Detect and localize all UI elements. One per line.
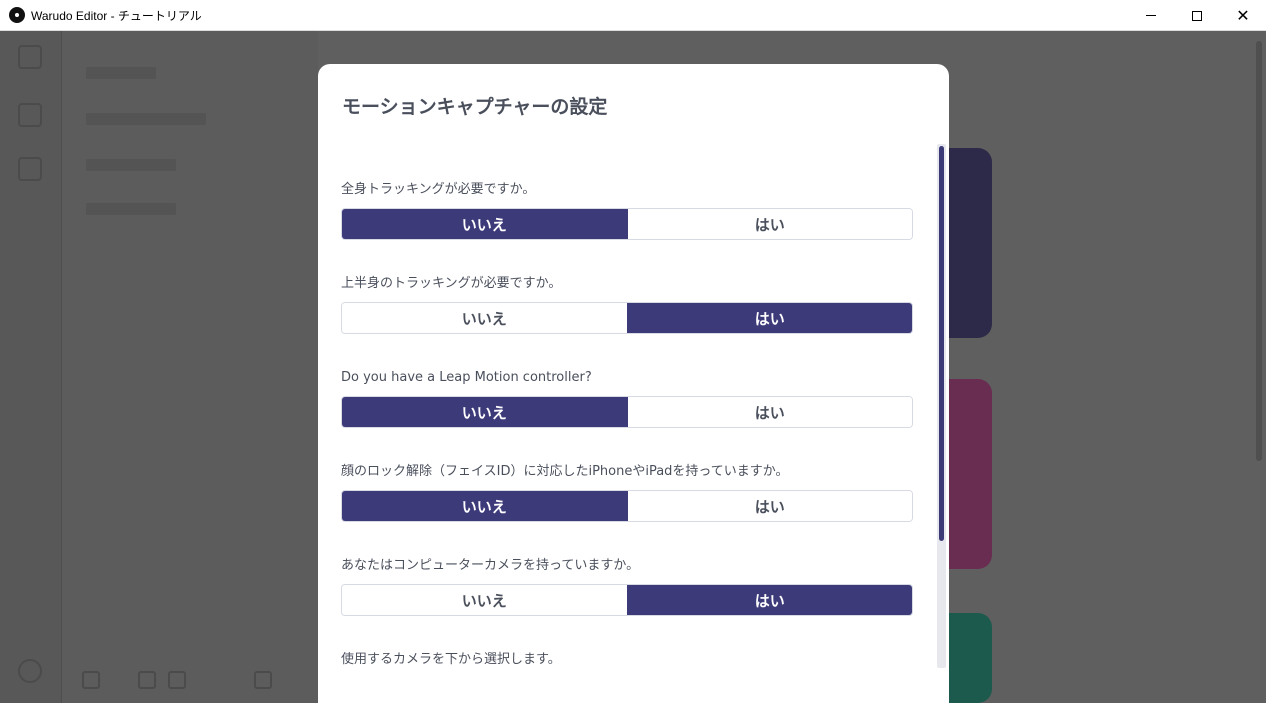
background-toolbar <box>62 659 318 703</box>
background-tool-icon <box>138 671 156 689</box>
no-option[interactable]: いいえ <box>342 303 627 333</box>
question-face-id-device: 顔のロック解除（フェイスID）に対応したiPhoneやiPadを持っていますか。… <box>341 462 913 522</box>
yes-no-toggle: いいえ はい <box>341 490 913 522</box>
background-avatar-icon <box>18 659 42 683</box>
dialog-body: 全身トラッキングが必要ですか。 いいえ はい 上半身のトラッキングが必要ですか。… <box>318 144 949 703</box>
background-rail-icon <box>18 45 42 69</box>
camera-select-prompt: 使用するカメラを下から選択します。 <box>341 650 913 670</box>
question-label: 上半身のトラッキングが必要ですか。 <box>341 276 562 291</box>
minimize-icon <box>1146 15 1156 16</box>
question-label: 全身トラッキングが必要ですか。 <box>341 182 536 197</box>
background-rail-icon <box>18 157 42 181</box>
background-item-placeholder <box>86 159 176 171</box>
background-tool-icon <box>168 671 186 689</box>
background-item-placeholder <box>86 113 206 125</box>
dialog-title: モーションキャプチャーの設定 <box>342 96 608 118</box>
question-label: 使用するカメラを下から選択します。 <box>341 652 561 667</box>
question-leap-motion: Do you have a Leap Motion controller? いい… <box>341 368 913 428</box>
question-label: あなたはコンピューターカメラを持っていますか。 <box>341 558 640 573</box>
question-label: Do you have a Leap Motion controller? <box>341 370 592 385</box>
question-upper-body-tracking: 上半身のトラッキングが必要ですか。 いいえ はい <box>341 274 913 334</box>
window-title: Warudo Editor - チュートリアル <box>31 8 202 23</box>
yes-option[interactable]: はい <box>626 209 912 239</box>
background-item-placeholder <box>86 203 176 215</box>
background-tool-icon <box>254 671 272 689</box>
motion-capture-settings-dialog: モーションキャプチャーの設定 全身トラッキングが必要ですか。 いいえ はい 上半… <box>318 64 949 703</box>
yes-no-toggle: いいえ はい <box>341 584 913 616</box>
background-panel <box>62 31 318 703</box>
question-computer-camera: あなたはコンピューターカメラを持っていますか。 いいえ はい <box>341 556 913 616</box>
question-label: 顔のロック解除（フェイスID）に対応したiPhoneやiPadを持っていますか。 <box>341 464 789 479</box>
maximize-button[interactable] <box>1174 0 1220 31</box>
yes-no-toggle: いいえ はい <box>341 302 913 334</box>
window-titlebar: Warudo Editor - チュートリアル ✕ <box>0 0 1266 31</box>
background-side-rail <box>0 31 62 703</box>
app-logo-icon <box>9 7 25 23</box>
yes-option[interactable]: はい <box>626 491 912 521</box>
background-scrollbar <box>1256 41 1262 461</box>
window-controls: ✕ <box>1128 0 1266 31</box>
no-option[interactable]: いいえ <box>342 585 627 615</box>
background-rail-icon <box>18 103 42 127</box>
dialog-scrollbar-thumb[interactable] <box>939 146 944 541</box>
dialog-scrollbar[interactable] <box>937 144 946 668</box>
minimize-button[interactable] <box>1128 0 1174 31</box>
no-option[interactable]: いいえ <box>342 209 627 239</box>
yes-option[interactable]: はい <box>626 397 912 427</box>
maximize-icon <box>1192 10 1202 21</box>
yes-no-toggle: いいえ はい <box>341 208 913 240</box>
yes-option[interactable]: はい <box>626 585 912 615</box>
background-item-placeholder <box>86 67 156 79</box>
background-tool-icon <box>82 671 100 689</box>
close-icon: ✕ <box>1236 5 1250 25</box>
yes-no-toggle: いいえ はい <box>341 396 913 428</box>
close-button[interactable]: ✕ <box>1220 0 1266 31</box>
question-full-body-tracking: 全身トラッキングが必要ですか。 いいえ はい <box>341 180 913 240</box>
no-option[interactable]: いいえ <box>342 397 627 427</box>
yes-option[interactable]: はい <box>626 303 912 333</box>
no-option[interactable]: いいえ <box>342 491 627 521</box>
